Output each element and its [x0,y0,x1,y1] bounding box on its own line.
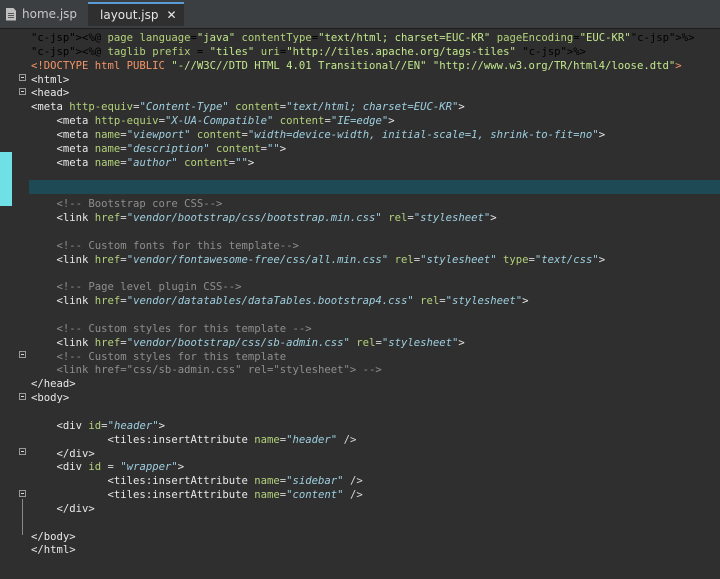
code-line[interactable]: </head> [31,377,76,391]
code-line[interactable]: <!-- Page level plugin CSS--> [31,280,242,294]
change-marker [0,152,12,206]
fold-guide [22,499,23,535]
code-line[interactable]: </html> [31,543,76,557]
code-line[interactable]: </body> [31,530,76,544]
code-line[interactable]: <tiles:insertAttribute name="sidebar" /> [31,474,363,488]
code-line[interactable]: <link href="vendor/datatables/dataTables… [31,294,529,308]
code-line[interactable]: <div id="header"> [31,419,165,433]
code-line[interactable]: <!-- Bootstrap core CSS--> [31,197,223,211]
editor-gutter [0,29,29,579]
close-icon[interactable]: ✕ [166,8,176,22]
code-line[interactable]: <!-- Custom styles for this template [31,350,287,364]
fold-icon[interactable] [19,88,26,95]
editor-tab-bar: home.jsp layout.jsp ✕ [0,0,720,29]
tab-label: layout.jsp [100,8,159,22]
code-line[interactable]: <link href="vendor/bootstrap/css/sb-admi… [31,336,465,350]
code-line[interactable]: <!-- Custom fonts for this template--> [31,239,299,253]
tab-layout-jsp[interactable]: layout.jsp ✕ [88,2,184,26]
code-line[interactable]: <link href="vendor/fontawesome-free/css/… [31,253,606,267]
file-icon [6,7,16,21]
current-line-highlight [29,180,720,194]
tab-label: home.jsp [22,7,78,21]
code-line[interactable]: <!-- Custom styles for this template --> [31,322,312,336]
code-line[interactable]: <link href="css/sb-admin.css" rel="style… [31,363,382,377]
code-line[interactable]: <head> [31,86,69,100]
code-line[interactable]: <body> [31,391,69,405]
code-line[interactable]: </div> [31,447,95,461]
code-line[interactable]: <link href="vendor/bootstrap/css/bootstr… [31,211,497,225]
code-line[interactable]: <tiles:insertAttribute name="content" /> [31,488,363,502]
code-line[interactable]: <meta name="description" content=""> [31,142,287,156]
fold-icon[interactable] [19,393,26,400]
fold-icon[interactable] [19,74,26,81]
code-line[interactable]: <tiles:insertAttribute name="header" /> [31,433,357,447]
code-line[interactable]: <!DOCTYPE html PUBLIC "-//W3C//DTD HTML … [31,59,682,73]
fold-icon[interactable] [19,448,26,455]
code-line[interactable]: </div> [31,502,95,516]
code-editor[interactable]: "c-jsp"><%@ page language="java" content… [0,29,720,579]
code-line[interactable]: <meta http-equiv="X-UA-Compatible" conte… [31,114,395,128]
code-line[interactable]: "c-jsp"><%@ taglib prefix = "tiles" uri=… [31,45,586,59]
tab-home-jsp[interactable]: home.jsp [0,2,86,26]
code-line[interactable]: <meta http-equiv="Content-Type" content=… [31,100,465,114]
code-line[interactable]: <meta name="author" content=""> [31,156,255,170]
code-line[interactable]: <html> [31,73,69,87]
code-line[interactable]: <div id = "wrapper"> [31,460,185,474]
code-line[interactable]: <meta name="viewport" content="width=dev… [31,128,606,142]
code-line[interactable]: "c-jsp"><%@ page language="java" content… [31,31,694,45]
fold-icon[interactable] [19,490,26,497]
fold-icon[interactable] [19,351,26,358]
